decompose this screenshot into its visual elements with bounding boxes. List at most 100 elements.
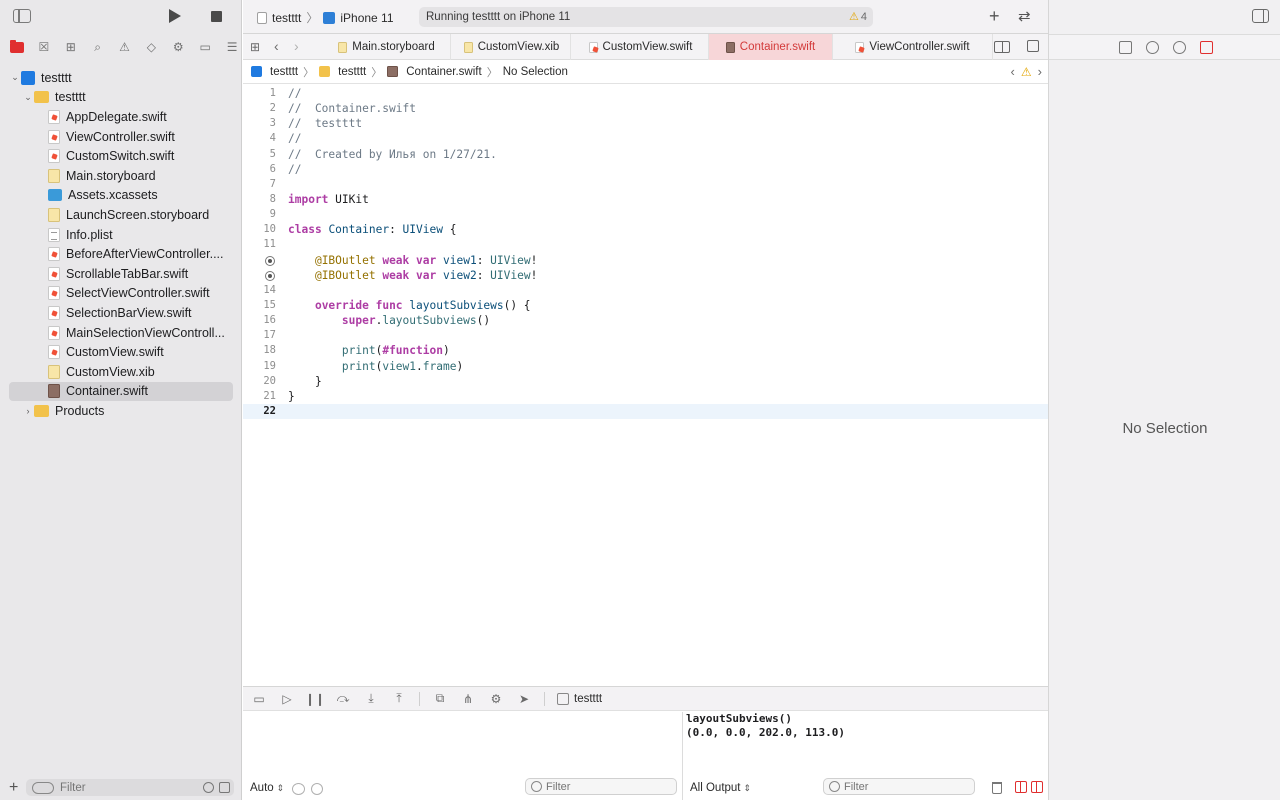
simulate-location-icon[interactable]: ➤: [516, 692, 532, 706]
recent-files-icon[interactable]: [203, 782, 214, 793]
code-line[interactable]: @IBOutlet weak var view2: UIView!: [243, 268, 1048, 283]
variables-filter-field[interactable]: [525, 778, 677, 795]
debug-navigator-icon[interactable]: ⚙: [168, 39, 188, 55]
history-inspector-icon[interactable]: [1146, 40, 1159, 54]
source-control-filter-icon[interactable]: [219, 782, 230, 793]
debug-memory-graph-icon[interactable]: ⋔: [460, 692, 476, 706]
run-button[interactable]: [169, 9, 181, 23]
file-inspector-icon[interactable]: [1119, 40, 1132, 54]
variables-scope-select[interactable]: Auto ⇕: [250, 776, 284, 800]
step-into-icon[interactable]: ⤓: [363, 691, 379, 706]
chevron-down-icon[interactable]: ⌄: [22, 92, 34, 103]
add-file-button[interactable]: +: [9, 779, 18, 797]
show-console-icon[interactable]: [1031, 781, 1043, 793]
symbol-navigator-icon[interactable]: ⊞: [61, 39, 81, 55]
tree-file-item[interactable]: ScrollableTabBar.swift: [0, 264, 242, 284]
tree-file-item[interactable]: CustomSwitch.swift: [0, 146, 242, 166]
variables-filter-input[interactable]: [546, 780, 666, 793]
warning-icon[interactable]: ⚠: [1021, 65, 1032, 79]
breakpoints-toggle-icon[interactable]: ▷: [279, 692, 295, 706]
tree-file-item[interactable]: ViewController.swift: [0, 127, 242, 147]
code-line[interactable]: @IBOutlet weak var view1: UIView!: [243, 253, 1048, 268]
tree-group[interactable]: ⌄ testttt: [0, 88, 242, 108]
eye-icon[interactable]: [292, 783, 305, 795]
trash-icon[interactable]: [992, 782, 1002, 794]
project-navigator-icon[interactable]: [7, 39, 27, 55]
inspector-toggle-icon[interactable]: [1252, 9, 1269, 23]
hide-debug-area-icon[interactable]: ▭: [251, 692, 267, 706]
code-line[interactable]: 18 print(#function): [243, 343, 1048, 358]
tree-file-item[interactable]: SelectViewController.swift: [0, 284, 242, 304]
issue-navigator-icon[interactable]: ⚠: [115, 39, 135, 55]
tree-file-item[interactable]: Main.storyboard: [0, 166, 242, 186]
adjust-editor-options-icon[interactable]: [994, 41, 1010, 53]
debug-view-hierarchy-icon[interactable]: ⧉: [432, 691, 448, 706]
code-line[interactable]: 4 //: [243, 131, 1048, 146]
tree-file-item[interactable]: AppDelegate.swift: [0, 107, 242, 127]
code-line[interactable]: 19 print(view1.frame): [243, 359, 1048, 374]
report-navigator-icon[interactable]: ☰: [222, 39, 242, 55]
editor-tab[interactable]: ViewController.swift: [833, 34, 993, 60]
code-line[interactable]: 8 import UIKit: [243, 192, 1048, 207]
tree-file-item[interactable]: BeforeAfterViewController....: [0, 244, 242, 264]
tree-group-products[interactable]: › Products: [0, 401, 242, 421]
pause-icon[interactable]: ❙❙: [305, 692, 325, 706]
library-add-button[interactable]: +: [989, 6, 1000, 27]
code-line[interactable]: 22: [243, 403, 1048, 420]
chevron-right-icon[interactable]: ›: [22, 406, 34, 416]
code-line[interactable]: 15 override func layoutSubviews() {: [243, 298, 1048, 313]
code-line[interactable]: 7: [243, 177, 1048, 192]
navigator-toggle-icon[interactable]: [13, 9, 31, 23]
code-line[interactable]: 10 class Container: UIView {: [243, 222, 1048, 237]
console-view[interactable]: layoutSubviews() (0.0, 0.0, 202.0, 113.0…: [684, 712, 1048, 800]
chevron-down-icon[interactable]: ⌄: [9, 72, 21, 83]
next-issue-icon[interactable]: ›: [1038, 64, 1042, 79]
jumpbar-group[interactable]: testttt: [338, 66, 366, 78]
console-scope-select[interactable]: All Output ⇕: [690, 776, 751, 800]
editor-tab[interactable]: Container.swift: [709, 34, 833, 60]
console-filter-input[interactable]: [844, 780, 964, 793]
tree-file-item[interactable]: CustomView.swift: [0, 342, 242, 362]
editor-tab[interactable]: CustomView.xib: [453, 34, 571, 60]
breakpoint-navigator-icon[interactable]: ▭: [195, 39, 215, 55]
tree-project[interactable]: ⌄ testttt: [0, 68, 242, 88]
source-control-navigator-icon[interactable]: ☒: [34, 39, 54, 55]
stop-button[interactable]: [211, 11, 222, 22]
editor-tab[interactable]: CustomView.swift: [573, 34, 709, 60]
code-line[interactable]: 16 super.layoutSubviews(): [243, 313, 1048, 328]
tree-file-item[interactable]: Container.swift: [9, 381, 233, 402]
navigator-filter-field[interactable]: [26, 779, 234, 796]
code-line[interactable]: 20 }: [243, 374, 1048, 389]
related-items-icon[interactable]: ⊞: [250, 40, 260, 54]
scheme-selector[interactable]: testttt 〉 iPhone 11: [257, 9, 394, 26]
step-over-icon[interactable]: ⤼: [335, 691, 351, 706]
add-editor-icon[interactable]: [1027, 40, 1039, 52]
tree-file-item[interactable]: LaunchScreen.storyboard: [0, 205, 242, 225]
tree-file-item[interactable]: SelectionBarView.swift: [0, 303, 242, 323]
code-line[interactable]: 1 //: [243, 86, 1048, 101]
navigator-filter-input[interactable]: [60, 781, 180, 794]
debug-target[interactable]: testttt: [557, 692, 602, 705]
environment-overrides-icon[interactable]: ⚙: [488, 692, 504, 706]
quick-help-icon[interactable]: [1173, 40, 1186, 54]
tree-file-item[interactable]: Info.plist: [0, 225, 242, 245]
code-line[interactable]: 9: [243, 207, 1048, 222]
code-line[interactable]: 11: [243, 237, 1048, 252]
tree-file-item[interactable]: MainSelectionViewControll...: [0, 323, 242, 343]
code-line[interactable]: 3 // testttt: [243, 116, 1048, 131]
show-variables-icon[interactable]: [1015, 781, 1027, 793]
console-filter-field[interactable]: [823, 778, 975, 795]
info-icon[interactable]: [311, 783, 323, 795]
jumpbar-file[interactable]: Container.swift: [406, 66, 481, 78]
code-line[interactable]: 5 // Created by Илья on 1/27/21.: [243, 147, 1048, 162]
code-line[interactable]: 21}: [243, 389, 1048, 404]
variables-view[interactable]: Auto ⇕: [243, 712, 683, 800]
tree-file-item[interactable]: CustomView.xib: [0, 362, 242, 382]
step-out-icon[interactable]: ⤒: [391, 691, 407, 706]
tree-file-item[interactable]: Assets.xcassets: [0, 186, 242, 206]
go-back-icon[interactable]: ‹: [274, 38, 279, 54]
code-line[interactable]: 17: [243, 328, 1048, 343]
warning-indicator[interactable]: ⚠ 4: [849, 10, 867, 24]
test-navigator-icon[interactable]: ◇: [141, 39, 161, 55]
code-line[interactable]: 14: [243, 283, 1048, 298]
